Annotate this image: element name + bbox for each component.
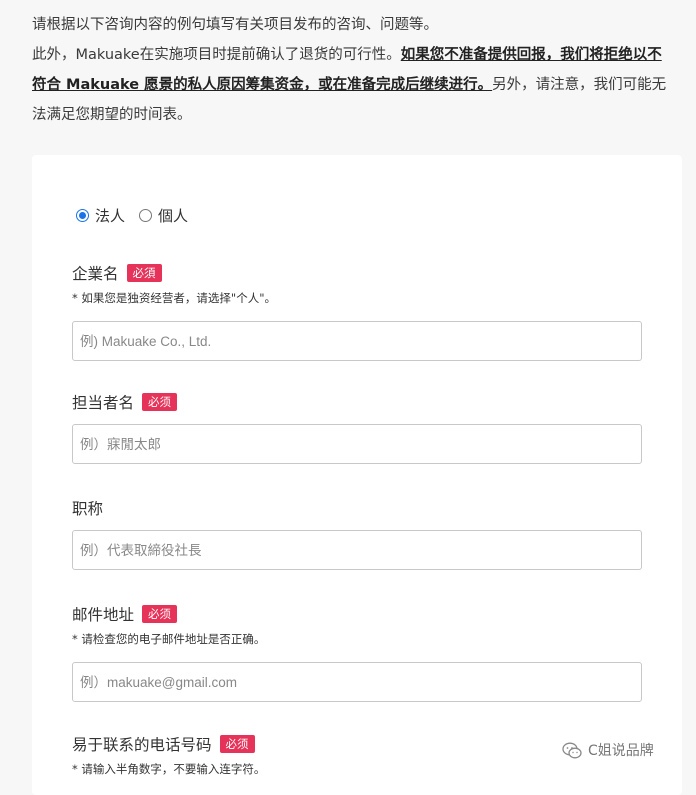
job-title-label-row: 职称 [72, 497, 642, 519]
company-name-field: 企業名 必須 * 如果您是独资经营者，请选择"个人"。 [72, 262, 642, 361]
radio-option-individual[interactable]: 個人 [139, 205, 188, 226]
contact-person-input[interactable] [72, 424, 642, 464]
contact-person-label-row: 担当者名 必须 [72, 391, 642, 413]
company-name-label-row: 企業名 必須 [72, 262, 642, 284]
intro-paragraph-2: 此外，Makuake在实施项目时提前确认了退货的可行性。如果您不准备提供回报，我… [32, 40, 672, 130]
phone-hint: * 请输入半角数字，不要输入连字符。 [72, 762, 266, 776]
contact-person-label: 担当者名 [72, 394, 135, 412]
phone-label: 易于联系的电话号码 [72, 736, 212, 754]
inquiry-form-card: 法人 個人 企業名 必須 * 如果您是独资经营者，请选择"个人"。 担当者名 必… [32, 155, 682, 795]
required-badge: 必须 [142, 393, 178, 411]
intro-line-2-prefix: 此外，Makuake在实施项目时提前确认了退货的可行性。 [32, 47, 401, 63]
job-title-label: 职称 [72, 500, 104, 518]
radio-corporation[interactable] [76, 209, 89, 222]
intro-text: 请根据以下咨询内容的例句填写有关项目发布的咨询、问题等。 此外，Makuake在… [32, 10, 672, 130]
radio-corporation-label: 法人 [95, 207, 126, 225]
company-name-hint: * 如果您是独资经营者，请选择"个人"。 [72, 291, 276, 305]
radio-individual-label: 個人 [158, 207, 189, 225]
radio-individual[interactable] [139, 209, 153, 222]
required-badge: 必须 [142, 605, 178, 623]
required-badge: 必须 [219, 735, 255, 753]
email-hint: * 请检查您的电子邮件地址是否正确。 [72, 632, 266, 646]
email-label: 邮件地址 [72, 606, 135, 624]
job-title-field: 职称 [72, 497, 642, 570]
email-label-row: 邮件地址 必须 [72, 603, 642, 625]
required-badge: 必須 [126, 264, 162, 282]
contact-person-field: 担当者名 必须 [72, 391, 642, 464]
email-field: 邮件地址 必须 * 请检查您的电子邮件地址是否正确。 [72, 603, 642, 702]
intro-line-1: 请根据以下咨询内容的例句填写有关项目发布的咨询、问题等。 [32, 17, 438, 33]
company-name-label: 企業名 [72, 265, 119, 283]
watermark-text: C姐说品牌 [588, 743, 654, 759]
phone-label-row: 易于联系的电话号码 必须 [72, 733, 642, 755]
company-name-input[interactable] [72, 321, 642, 361]
wechat-icon [562, 742, 582, 758]
radio-option-corporation[interactable]: 法人 [76, 205, 125, 226]
phone-field: 易于联系的电话号码 必须 * 请输入半角数字，不要输入连字符。 [72, 733, 642, 777]
watermark: C姐说品牌 [562, 740, 654, 760]
entity-type-radio-group: 法人 個人 [76, 205, 202, 226]
job-title-input[interactable] [72, 530, 642, 570]
email-input[interactable] [72, 662, 642, 702]
